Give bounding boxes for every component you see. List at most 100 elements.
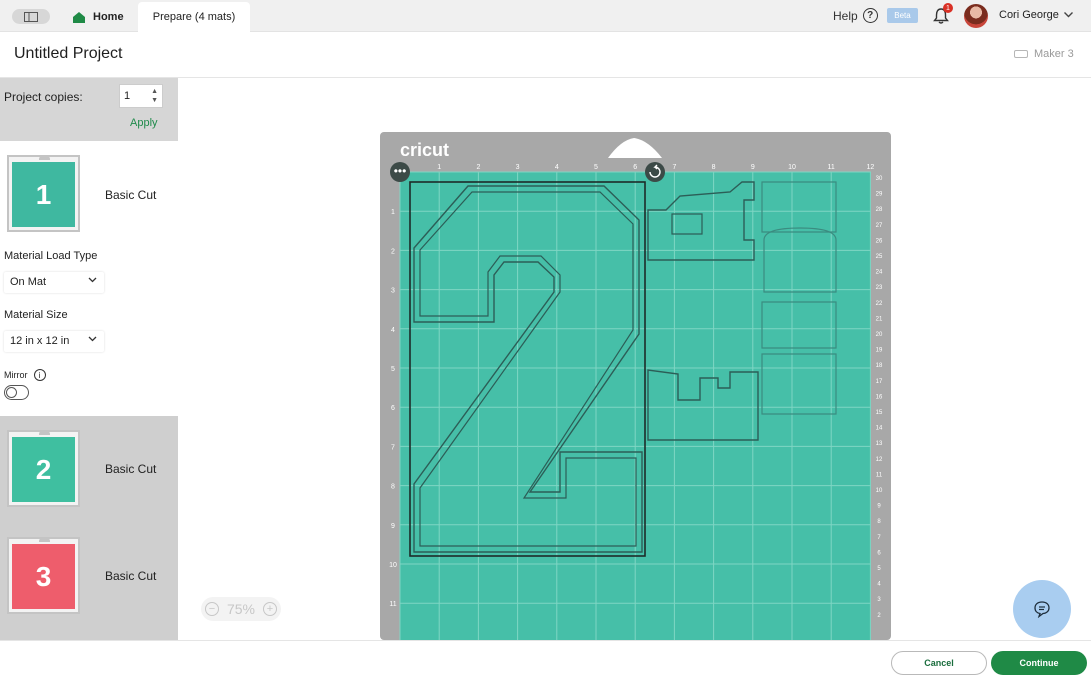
mat-thumbnail-number: 2: [12, 437, 75, 502]
ruler-tick-label: 3: [516, 164, 520, 171]
brand-logo: cricut: [400, 140, 449, 160]
mirror-label-row: Mirror i: [4, 369, 46, 381]
tab-home-label: Home: [93, 11, 124, 23]
rotate-button[interactable]: [645, 162, 665, 182]
machine-selector[interactable]: Maker 3: [1014, 48, 1074, 60]
ruler-tick-label: 8: [391, 484, 395, 491]
machine-label: Maker 3: [1034, 48, 1074, 60]
mat-label-2[interactable]: Basic Cut: [105, 462, 156, 476]
info-icon[interactable]: i: [33, 369, 46, 381]
ruler-tick-label: 21: [876, 316, 883, 322]
sidebar-toggle-button[interactable]: [12, 9, 50, 24]
ruler-tick-label: 10: [876, 488, 883, 494]
ruler-tick-label: 11: [389, 601, 396, 608]
mat-thumbnail-1[interactable]: 1: [7, 155, 80, 232]
ruler-tick-label: 25: [876, 254, 883, 260]
panel-icon: [24, 11, 38, 22]
ellipsis-icon: •••: [394, 164, 407, 178]
ruler-tick-label: 11: [828, 164, 835, 171]
beta-badge[interactable]: Beta: [887, 8, 918, 23]
ruler-tick-label: 4: [555, 164, 559, 171]
ruler-tick-label: 7: [672, 164, 676, 171]
quantity-stepper[interactable]: ▲ ▼: [151, 87, 158, 105]
ruler-tick-label: 2: [391, 248, 395, 255]
ruler-tick-label: 22: [876, 301, 883, 307]
mat-thumbnail-3[interactable]: 3: [7, 537, 80, 614]
ruler-tick-label: 23: [876, 285, 883, 291]
material-size-label: Material Size: [4, 309, 68, 321]
zoom-control: − 75% +: [201, 597, 281, 621]
zoom-level: 75%: [226, 601, 255, 617]
chevron-down-icon: [88, 336, 97, 342]
tab-home[interactable]: Home: [60, 4, 136, 30]
ruler-tick-label: 28: [876, 207, 883, 213]
ruler-tick-label: 12: [867, 164, 875, 171]
mat-label-3[interactable]: Basic Cut: [105, 569, 156, 583]
apply-button[interactable]: Apply: [130, 117, 158, 129]
ruler-tick-label: 7: [391, 444, 395, 451]
ruler-tick-label: 5: [391, 366, 395, 373]
avatar[interactable]: [964, 4, 988, 28]
ruler-tick-label: 26: [876, 238, 883, 244]
zoom-in-button[interactable]: +: [262, 602, 277, 616]
material-size-select[interactable]: 12 in x 12 in: [4, 331, 104, 352]
cutting-mat-preview: cricut 1 2 3 4 5 6 7 8 9 10 11 12 1234567891011 302…: [380, 132, 891, 640]
project-copies-section: Project copies: 1 ▲ ▼ Apply: [0, 78, 178, 141]
tab-prepare-label: Prepare (4 mats): [152, 11, 236, 23]
notification-badge: 1: [943, 3, 953, 13]
ruler-tick-label: 6: [633, 164, 637, 171]
question-icon: ?: [862, 8, 878, 23]
ruler-tick-label: 1: [391, 209, 395, 216]
ruler-tick-label: 1: [437, 164, 441, 171]
continue-button[interactable]: Continue: [991, 651, 1087, 675]
cancel-button[interactable]: Cancel: [891, 651, 987, 675]
project-copies-label: Project copies:: [4, 90, 83, 104]
mat-thumbnail-2[interactable]: 2: [7, 430, 80, 507]
ruler-tick-label: 29: [876, 192, 883, 198]
ruler-tick-label: 16: [876, 394, 883, 400]
mat-hook: [39, 156, 50, 160]
ruler-tick-label: 4: [391, 327, 395, 334]
ruler-tick-label: 6: [391, 405, 395, 412]
chevron-down-icon[interactable]: [1063, 9, 1074, 20]
mat-hook: [39, 538, 50, 542]
mat-list-panel: Project copies: 1 ▲ ▼ Apply 1 Basic Cut M…: [0, 78, 178, 640]
toggle-knob: [6, 387, 17, 398]
tab-prepare[interactable]: Prepare (4 mats): [138, 2, 250, 32]
ruler-tick-label: 11: [876, 472, 883, 478]
material-load-type-label: Material Load Type: [4, 250, 98, 262]
footer-bar: Cancel Continue: [0, 640, 1091, 680]
user-name[interactable]: Cori George: [999, 9, 1059, 21]
chat-button[interactable]: [1013, 580, 1071, 638]
ruler-tick-label: 13: [876, 441, 883, 447]
home-icon: [73, 11, 85, 23]
zoom-out-button[interactable]: −: [204, 602, 219, 616]
mat-thumbnail-number: 1: [12, 162, 75, 227]
ruler-tick-label: 20: [876, 332, 883, 338]
project-copies-value: 1: [124, 90, 131, 102]
ruler-tick-label: 17: [876, 379, 883, 385]
ruler-tick-label: 9: [751, 164, 755, 171]
top-nav-bar: Home Prepare (4 mats) Help ? Beta 1 Cori…: [0, 0, 1091, 32]
ruler-tick-label: 10: [788, 164, 796, 171]
ruler-tick-label: 14: [876, 426, 883, 432]
mat-label-1: Basic Cut: [105, 188, 157, 202]
material-size-value: 12 in x 12 in: [10, 335, 70, 347]
mat-thumbnail-number: 3: [12, 544, 75, 609]
help-label: Help: [833, 8, 858, 23]
material-load-type-select[interactable]: On Mat: [4, 272, 104, 293]
ruler-tick-label: 15: [876, 410, 883, 416]
mirror-label: Mirror: [4, 370, 28, 380]
help-button[interactable]: Help ?: [833, 8, 878, 23]
ruler-tick-label: 9: [391, 523, 395, 530]
ruler-tick-label: 5: [594, 164, 598, 171]
ruler-tick-label: 27: [876, 223, 883, 229]
ruler-tick-label: 18: [876, 363, 883, 369]
project-copies-input[interactable]: 1 ▲ ▼: [119, 84, 163, 108]
mat-card-1[interactable]: 1 Basic Cut Material Load Type On Mat Ma…: [0, 141, 178, 416]
ruler-tick-label: 10: [389, 562, 397, 569]
ruler-tick-label: 12: [876, 457, 883, 463]
mirror-toggle[interactable]: [4, 385, 29, 400]
chat-icon: [1034, 601, 1050, 618]
chevron-down-icon: [88, 277, 97, 283]
